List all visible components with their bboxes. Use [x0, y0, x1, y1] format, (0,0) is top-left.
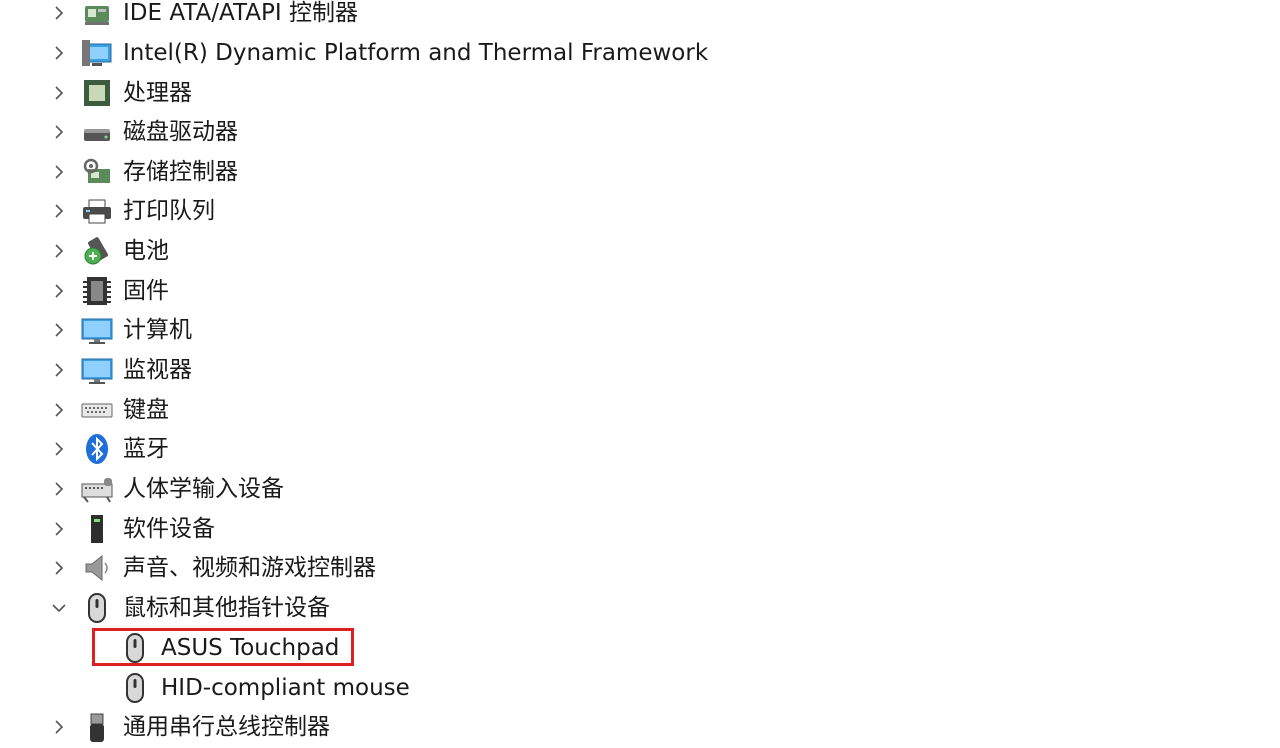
device-tree: IDE ATA/ATAPI 控制器 Intel(R) Dynamic Platf… — [0, 0, 1280, 742]
tree-item-label: 固件 — [123, 278, 169, 304]
mouse-icon — [118, 671, 152, 705]
computer-icon — [80, 313, 114, 347]
chevron-right-icon[interactable] — [46, 33, 72, 73]
chevron-right-icon[interactable] — [46, 271, 72, 311]
tree-item-label: 打印队列 — [123, 198, 215, 224]
chevron-right-icon[interactable] — [46, 73, 72, 113]
disk-drive-icon — [80, 115, 114, 149]
chevron-right-icon[interactable] — [46, 152, 72, 192]
tree-item-label: Intel(R) Dynamic Platform and Thermal Fr… — [123, 40, 709, 66]
tree-item-label: 电池 — [123, 238, 169, 264]
highlight-box — [92, 628, 354, 666]
keyboard-icon — [80, 393, 114, 427]
chevron-down-icon[interactable] — [46, 588, 72, 628]
tree-item-label: 软件设备 — [123, 516, 215, 542]
chevron-right-icon[interactable] — [46, 548, 72, 588]
chevron-right-icon[interactable] — [46, 390, 72, 430]
tree-item-label: HID-compliant mouse — [161, 675, 410, 701]
chevron-right-icon[interactable] — [46, 310, 72, 350]
printer-icon — [80, 194, 114, 228]
tree-item-label: 人体学输入设备 — [123, 476, 284, 502]
chevron-right-icon[interactable] — [46, 469, 72, 509]
software-device-icon — [80, 512, 114, 546]
battery-icon — [80, 234, 114, 268]
mouse-icon — [80, 591, 114, 625]
chevron-right-icon[interactable] — [46, 350, 72, 390]
usb-icon — [80, 710, 114, 744]
firmware-icon — [80, 274, 114, 308]
tree-item-label: 磁盘驱动器 — [123, 119, 238, 145]
tree-item-label: 存储控制器 — [123, 159, 238, 185]
hid-icon — [80, 472, 114, 506]
chevron-right-icon[interactable] — [46, 112, 72, 152]
intel-thermal-icon — [80, 36, 114, 70]
speaker-icon — [80, 551, 114, 585]
tree-item-label: 蓝牙 — [123, 436, 169, 462]
chevron-right-icon[interactable] — [46, 231, 72, 271]
tree-item-label: 键盘 — [123, 397, 169, 423]
ide-controller-icon — [80, 0, 114, 30]
chevron-right-icon[interactable] — [46, 509, 72, 549]
tree-item-label: 处理器 — [123, 80, 192, 106]
chevron-right-icon[interactable] — [46, 0, 72, 33]
chevron-right-icon[interactable] — [46, 191, 72, 231]
chevron-right-icon[interactable] — [46, 429, 72, 469]
tree-item-label: 声音、视频和游戏控制器 — [123, 555, 376, 581]
bluetooth-icon — [80, 432, 114, 466]
storage-controller-icon — [80, 155, 114, 189]
tree-item-label: 监视器 — [123, 357, 192, 383]
chevron-right-icon[interactable] — [46, 707, 72, 747]
tree-item-label: IDE ATA/ATAPI 控制器 — [123, 0, 358, 26]
processor-icon — [80, 76, 114, 110]
tree-item-label: 计算机 — [123, 317, 192, 343]
tree-item-label: 鼠标和其他指针设备 — [123, 595, 330, 621]
tree-item-label: 通用串行总线控制器 — [123, 714, 330, 740]
monitor-icon — [80, 353, 114, 387]
